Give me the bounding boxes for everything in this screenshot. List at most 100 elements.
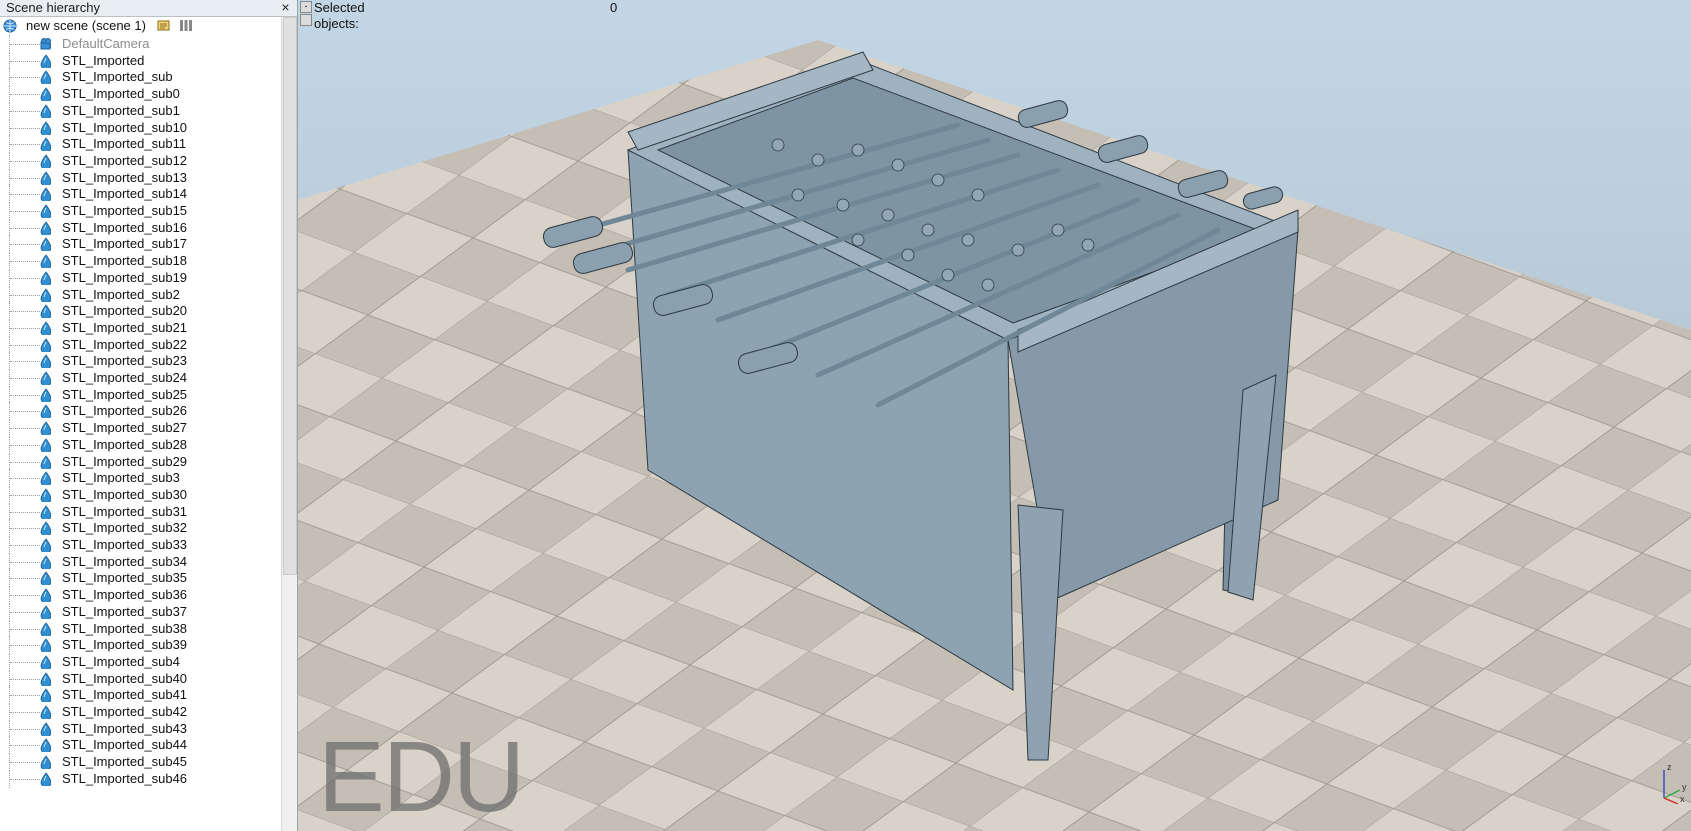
tree-item-label: STL_Imported_sub10 [62, 119, 188, 135]
tree-item[interactable]: STL_Imported_sub3 [0, 469, 280, 488]
tree-item[interactable]: STL_Imported_sub41 [0, 686, 280, 705]
shape-icon [40, 671, 51, 686]
tree-item[interactable]: STL_Imported_sub26 [0, 402, 280, 421]
tree-item[interactable]: STL_Imported_sub1 [0, 101, 280, 120]
shape-icon [40, 404, 51, 419]
tree-item[interactable]: STL_Imported_sub25 [0, 385, 280, 404]
3d-viewport[interactable]: - Selected objects: 0 EDU z y x [298, 0, 1691, 831]
tree-item[interactable]: STL_Imported_sub13 [0, 168, 280, 187]
tree-branch-line [10, 661, 40, 663]
tree-item-label: STL_Imported_sub43 [62, 720, 188, 736]
tree-root-item[interactable]: new scene (scene 1) [0, 17, 280, 35]
tree-item[interactable]: STL_Imported_sub40 [0, 669, 280, 688]
tree-item[interactable]: STL_Imported_sub43 [0, 719, 280, 738]
scene-script-icon[interactable] [157, 18, 171, 32]
tree-item[interactable]: STL_Imported_sub16 [0, 218, 280, 237]
tree-item[interactable]: STL_Imported_sub23 [0, 352, 280, 371]
tree-item[interactable]: STL_Imported_sub12 [0, 151, 280, 170]
tree-item[interactable]: STL_Imported_sub24 [0, 369, 280, 387]
shape-icon [40, 588, 51, 603]
tree-item[interactable]: STL_Imported_sub37 [0, 602, 280, 621]
tree-item[interactable]: STL_Imported_sub20 [0, 302, 280, 321]
tree-branch-line [10, 745, 40, 747]
tree-branch-line [10, 695, 40, 697]
tree-item-label: STL_Imported_sub4 [62, 653, 180, 669]
scrollbar-thumb[interactable] [283, 17, 297, 575]
tree-item[interactable]: STL_Imported_sub36 [0, 586, 280, 605]
tree-branch-line [10, 528, 40, 530]
tree-item[interactable]: STL_Imported_sub11 [0, 135, 280, 154]
tree-item[interactable]: STL_Imported_sub0 [0, 85, 280, 104]
tree-item-label: STL_Imported_sub36 [62, 587, 188, 603]
tree-item-label: STL_Imported_sub16 [62, 219, 188, 235]
tree-item[interactable]: STL_Imported_sub31 [0, 502, 280, 521]
tree-item[interactable]: STL_Imported_sub19 [0, 268, 280, 287]
tree-item[interactable]: DefaultCamera [0, 35, 280, 53]
shape-icon [40, 70, 51, 85]
tree-item[interactable]: STL_Imported_sub22 [0, 335, 280, 354]
tree-branch-line [10, 311, 40, 313]
tree-item[interactable]: STL_Imported_sub45 [0, 753, 280, 772]
tree-item-label: STL_Imported_sub33 [62, 537, 188, 552]
tree-branch-line [10, 277, 40, 279]
tree-item-label: STL_Imported [62, 52, 145, 68]
tree-item[interactable]: STL_Imported_sub28 [0, 435, 280, 454]
tree-item[interactable]: STL_Imported_sub2 [0, 285, 280, 304]
tree-item[interactable]: STL_Imported_sub33 [0, 536, 280, 554]
tree-item[interactable]: STL_Imported_sub39 [0, 636, 280, 655]
tree-branch-line [10, 578, 40, 580]
tree-branch-line [10, 211, 40, 212]
tree-item[interactable]: STL_Imported_sub15 [0, 202, 280, 220]
tree-item[interactable]: STL_Imported_sub46 [0, 769, 280, 788]
scene-settings-icon[interactable] [179, 18, 193, 32]
tree-item-label: STL_Imported_sub13 [62, 169, 188, 185]
shape-icon [40, 438, 51, 452]
tree-item[interactable]: STL_Imported_sub10 [0, 118, 280, 137]
tree-item-label: STL_Imported_sub11 [62, 136, 187, 152]
shape-icon [40, 271, 51, 285]
tree-item[interactable]: STL_Imported_sub21 [0, 318, 280, 337]
shape-icon [40, 204, 51, 218]
tree-item[interactable]: STL_Imported_sub42 [0, 703, 280, 721]
tree-item-label: STL_Imported_sub37 [62, 603, 188, 619]
tree-branch-line [10, 494, 40, 496]
expand-button[interactable] [300, 14, 312, 26]
tree-item[interactable]: STL_Imported_sub30 [0, 485, 280, 504]
tree-item[interactable]: STL_Imported_sub4 [0, 652, 280, 671]
tree-item[interactable]: STL_Imported_sub27 [0, 419, 280, 438]
tree-item[interactable]: STL_Imported_sub35 [0, 569, 280, 588]
shape-icon [40, 454, 51, 469]
tree-item[interactable]: STL_Imported_sub29 [0, 452, 280, 471]
tree-item[interactable]: STL_Imported_sub17 [0, 235, 280, 254]
collapse-button[interactable]: - [300, 1, 312, 13]
tree-branch-line [10, 60, 40, 62]
tree-item[interactable]: STL_Imported_sub18 [0, 252, 280, 271]
tree-item-label: STL_Imported_sub25 [62, 386, 188, 402]
tree-branch-line [10, 678, 40, 680]
tree-branch-line [10, 545, 40, 546]
shape-icon [40, 237, 51, 252]
shape-icon [40, 221, 51, 235]
tree-item[interactable]: STL_Imported_sub [0, 68, 280, 87]
edu-watermark: EDU [318, 721, 525, 831]
tree-branch-line [10, 595, 40, 597]
close-icon[interactable]: × [278, 0, 293, 15]
selected-objects-label: Selected objects: [314, 0, 365, 31]
vertical-scrollbar[interactable] [281, 17, 297, 831]
tree-item[interactable]: STL_Imported_sub32 [0, 519, 280, 538]
tree-item[interactable]: STL_Imported_sub34 [0, 552, 280, 571]
tree-item-label: STL_Imported_sub17 [62, 236, 188, 252]
shape-icon [40, 120, 51, 135]
tree-branch-line [10, 378, 40, 379]
tree-item-label: STL_Imported_sub38 [62, 620, 188, 636]
tree-item[interactable]: STL_Imported_sub14 [0, 185, 280, 204]
shape-icon [40, 337, 51, 352]
tree-item[interactable]: STL_Imported [0, 51, 280, 70]
shape-icon [40, 521, 51, 536]
shape-icon [40, 738, 51, 753]
tree-item[interactable]: STL_Imported_sub44 [0, 736, 280, 755]
shape-icon [40, 421, 51, 436]
tree-item[interactable]: STL_Imported_sub38 [0, 619, 280, 638]
tree-branch-line [10, 177, 40, 179]
tree-branch-line [10, 511, 40, 513]
